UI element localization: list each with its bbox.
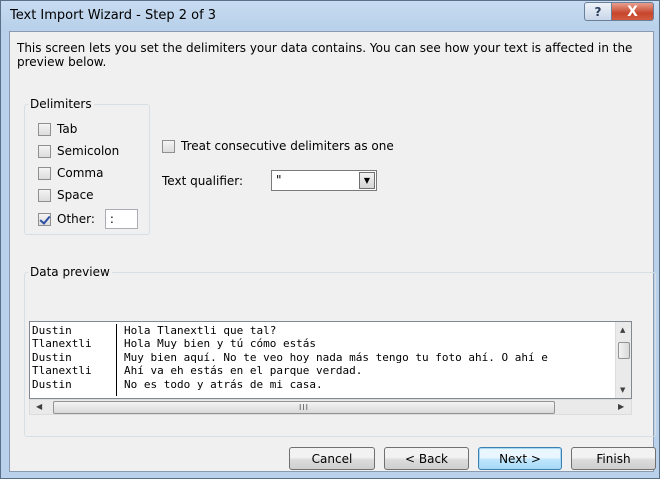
description-text: This screen lets you set the delimiters … [17,41,633,69]
preview-cell: Dustin [32,350,72,364]
grip-icon: III [298,403,310,412]
preview-cell: Dustin [32,377,72,391]
data-preview-grid[interactable]: Dustin Hola Tlanextli que tal? Tlanextli… [29,321,632,399]
data-preview-legend: Data preview [30,265,110,279]
tab-checkbox-row[interactable]: Tab [38,121,77,137]
horizontal-scroll-thumb[interactable]: III [53,401,555,414]
tab-label: Tab [57,122,78,136]
preview-cell: Hola Muy bien y tú cómo estás [124,337,317,351]
help-icon: ? [594,4,602,19]
treat-consecutive-checkbox[interactable] [162,139,175,153]
other-label: Other: [57,212,95,226]
horizontal-scrollbar[interactable]: ◀ III ▶ [29,399,632,415]
preview-cell: Ahí va eh estás en el parque verdad. [124,364,363,378]
comma-checkbox[interactable] [38,166,51,180]
preview-rows: Dustin Hola Tlanextli que tal? Tlanextli… [30,324,614,396]
table-row: Dustin Muy bien aquí. No te veo hoy nada… [30,351,614,364]
close-icon: X [627,3,638,20]
text-qualifier-select[interactable]: " ▼ [271,170,377,191]
column-separator[interactable] [116,324,117,396]
other-delimiter-input[interactable]: : [104,209,138,229]
treat-consecutive-row[interactable]: Treat consecutive delimiters as one [162,139,394,153]
preview-cell: Muy bien aquí. No te veo hoy nada más te… [124,350,548,364]
other-checkbox[interactable] [38,212,51,226]
finish-button[interactable]: Finish [571,447,656,470]
text-qualifier-value: " [276,173,282,187]
back-button[interactable]: < Back [384,447,469,470]
next-button[interactable]: Next > [478,447,562,470]
table-row: Tlanextli Ahí va eh estás en el parque v… [30,364,614,377]
space-checkbox-row[interactable]: Space [38,187,94,203]
tab-checkbox[interactable] [38,122,51,136]
table-row: Dustin Hola Tlanextli que tal? [30,324,614,337]
cancel-button[interactable]: Cancel [289,447,375,470]
delimiters-legend: Delimiters [30,97,92,111]
semicolon-checkbox-row[interactable]: Semicolon [38,143,119,159]
chevron-down-icon[interactable]: ▼ [359,172,375,189]
preview-cell: Dustin [32,324,72,337]
preview-cell: Hola Tlanextli que tal? [124,324,277,337]
table-row: Dustin No es todo y atrás de mi casa. [30,378,614,391]
semicolon-label: Semicolon [57,144,120,158]
text-qualifier-label: Text qualifier: [162,174,244,188]
text-import-wizard-dialog: Text Import Wizard - Step 2 of 3 ? X Thi… [0,0,660,479]
title-bar[interactable]: Text Import Wizard - Step 2 of 3 ? X [1,1,659,31]
scroll-left-icon[interactable]: ◀ [36,402,42,411]
comma-label: Comma [57,166,104,180]
preview-cell: Tlanextli [32,337,92,351]
scroll-down-icon[interactable]: ▼ [620,386,625,394]
preview-cell: Tlanextli [32,364,92,378]
preview-cell: No es todo y atrás de mi casa. [124,377,323,391]
space-checkbox[interactable] [38,188,51,202]
window-title: Text Import Wizard - Step 2 of 3 [10,8,217,23]
help-button[interactable]: ? [584,2,612,21]
comma-checkbox-row[interactable]: Comma [38,165,103,181]
close-button[interactable]: X [611,2,654,21]
other-checkbox-row[interactable]: Other: : [38,208,138,230]
space-label: Space [57,188,94,202]
semicolon-checkbox[interactable] [38,144,51,158]
table-row: Tlanextli Hola Muy bien y tú cómo estás [30,337,614,350]
scroll-up-icon[interactable]: ▲ [620,326,625,334]
scroll-right-icon[interactable]: ▶ [618,402,624,411]
treat-consecutive-label: Treat consecutive delimiters as one [181,139,394,153]
vertical-scroll-thumb[interactable] [618,342,630,359]
vertical-scrollbar[interactable]: ▲ ▼ [615,322,631,398]
